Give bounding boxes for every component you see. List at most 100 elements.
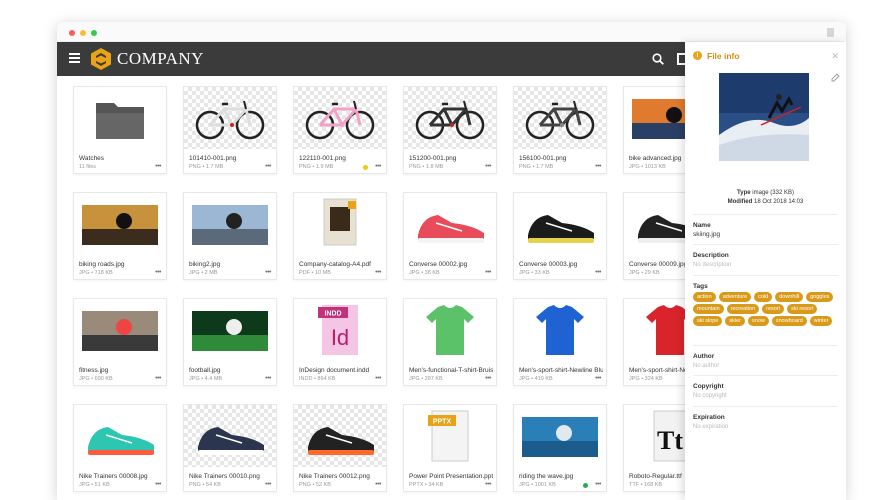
tag-chip[interactable]: adventure (718, 292, 752, 302)
file-name: riding the wave.jpg (519, 473, 574, 480)
file-info-panel: i File info ✕ Type image (332 KB) Modifi… (685, 42, 846, 500)
copyright-value[interactable]: No copyright (693, 393, 727, 399)
file-thumbnail (184, 405, 276, 467)
brand-name: COMPANY (117, 49, 204, 68)
file-card[interactable]: football.jpg JPG • 4.4 MB ••• (183, 298, 277, 386)
file-thumbnail (514, 193, 606, 255)
file-thumbnail: PPTX (404, 405, 496, 467)
more-options-icon[interactable]: ••• (595, 163, 601, 170)
more-options-icon[interactable]: ••• (375, 481, 381, 488)
file-card[interactable]: Men's-functional-T-shirt-Bruis JPG • 287… (403, 298, 497, 386)
tag-chip[interactable]: mountain (693, 304, 724, 314)
more-options-icon[interactable]: ••• (485, 269, 491, 276)
file-card[interactable]: Converse 00009.jpg JPG • 29 KB ••• (623, 192, 685, 280)
file-card[interactable]: fitness.jpg JPG • 690 KB ••• (73, 298, 167, 386)
file-card[interactable]: biking roads.jpg JPG • 718 KB ••• (73, 192, 167, 280)
tag-chip[interactable]: snowboard (771, 316, 807, 326)
file-card[interactable]: 122110-001.png PNG • 1.9 MB ••• (293, 86, 387, 174)
file-card[interactable]: Men's-sport-shirt-Newline Red JPG • 324 … (623, 298, 685, 386)
file-meta: INDD • 864 KB (299, 376, 336, 382)
minimize-window-button[interactable] (80, 30, 86, 36)
tag-chip[interactable]: goggles (806, 292, 834, 302)
copyright-label: Copyright (693, 383, 724, 390)
author-label: Author (693, 353, 715, 360)
more-options-icon[interactable]: ••• (485, 481, 491, 488)
expiration-label: Expiration (693, 414, 725, 421)
folder-card[interactable]: Watches 11 files ••• (73, 86, 167, 174)
more-options-icon[interactable]: ••• (265, 481, 271, 488)
file-card[interactable]: 151200-001.png PNG • 1.8 MB ••• (403, 86, 497, 174)
more-options-icon[interactable]: ••• (265, 375, 271, 382)
close-icon[interactable]: ✕ (831, 51, 839, 62)
tag-chip[interactable]: ski resort (787, 304, 818, 314)
file-card[interactable]: INDD Id InDesign document.indd INDD • 86… (293, 298, 387, 386)
tag-chip[interactable]: resort (762, 304, 785, 314)
file-meta: JPG • 324 KB (629, 376, 663, 382)
more-options-icon[interactable]: ••• (155, 163, 161, 170)
more-options-icon[interactable]: ••• (155, 481, 161, 488)
file-name: Converse 00003.jpg (519, 261, 578, 268)
file-card[interactable]: riding the wave.jpg JPG • 1001 KB ••• (513, 404, 607, 492)
tag-chip[interactable]: cold (754, 292, 773, 302)
file-name: biking roads.jpg (79, 261, 125, 268)
file-name: 151200-001.png (409, 155, 457, 162)
author-value[interactable]: No author (693, 363, 719, 369)
file-name: InDesign document.indd (299, 367, 370, 374)
file-thumbnail (624, 299, 685, 361)
divider (693, 375, 838, 376)
more-options-icon[interactable]: ••• (375, 375, 381, 382)
file-thumbnail: INDD Id (294, 299, 386, 361)
file-card[interactable]: Nike Trainers 00008.jpg JPG • 51 KB ••• (73, 404, 167, 492)
divider (693, 244, 838, 245)
file-card[interactable]: biking2.jpg JPG • 2 MB ••• (183, 192, 277, 280)
more-options-icon[interactable]: ••• (595, 375, 601, 382)
more-options-icon[interactable]: ••• (375, 163, 381, 170)
hamburger-menu-icon[interactable] (69, 53, 80, 63)
file-card[interactable]: Men's-sport-shirt-Newline Blue JPG • 419… (513, 298, 607, 386)
svg-text:INDD: INDD (324, 311, 341, 318)
tag-chip[interactable]: action (693, 292, 716, 302)
more-options-icon[interactable]: ••• (265, 269, 271, 276)
file-card[interactable]: 156100-001.png PNG • 1.7 MB ••• (513, 86, 607, 174)
file-meta: JPG • 419 KB (519, 376, 553, 382)
more-options-icon[interactable]: ••• (485, 163, 491, 170)
file-card[interactable]: bike advanced.jpg JPG • 1013 KB ••• (623, 86, 685, 174)
divider (693, 214, 838, 215)
file-card[interactable]: 101410-001.png PNG • 1.7 MB ••• (183, 86, 277, 174)
file-card[interactable]: Tt Roboto-Regular.ttf TTF • 168 KB ••• (623, 404, 685, 492)
edit-icon[interactable] (831, 73, 840, 82)
close-window-button[interactable] (69, 30, 75, 36)
file-meta: TTF • 168 KB (629, 482, 663, 488)
file-card[interactable]: Company-catalog-A4.pdf PDF • 10 MB ••• (293, 192, 387, 280)
description-value[interactable]: No description (693, 262, 731, 268)
tag-chip[interactable]: skier (725, 316, 746, 326)
more-options-icon[interactable]: ••• (265, 163, 271, 170)
file-modified-line: Modified 18 Oct 2018 14:03 (685, 199, 846, 205)
tag-chip[interactable]: ski slope (693, 316, 723, 326)
file-card[interactable]: PPTX Power Point Presentation.pptx PPTX … (403, 404, 497, 492)
file-card[interactable]: Nike Trainers 00010.png PNG • 54 KB ••• (183, 404, 277, 492)
tag-chip[interactable]: winter (809, 316, 833, 326)
more-options-icon[interactable]: ••• (155, 269, 161, 276)
more-options-icon[interactable]: ••• (485, 375, 491, 382)
more-options-icon[interactable]: ••• (595, 481, 601, 488)
more-options-icon[interactable]: ••• (595, 269, 601, 276)
more-options-icon[interactable]: ••• (375, 269, 381, 276)
file-card[interactable]: Converse 00002.jpg JPG • 38 KB ••• (403, 192, 497, 280)
file-thumbnail (184, 193, 276, 255)
file-meta: JPG • 690 KB (79, 376, 113, 382)
file-card[interactable]: Nike Trainers 00012.png PNG • 52 KB ••• (293, 404, 387, 492)
more-options-icon[interactable]: ••• (155, 375, 161, 382)
file-thumbnail (404, 193, 496, 255)
tag-chip[interactable]: snow (748, 316, 769, 326)
file-name: Men's-sport-shirt-Newline Blue (519, 367, 603, 374)
file-name: Converse 00002.jpg (409, 261, 468, 268)
expiration-value[interactable]: No expiration (693, 424, 728, 430)
tag-chip[interactable]: downhill (775, 292, 804, 302)
file-meta: JPG • 1001 KB (519, 482, 556, 488)
name-value[interactable]: skiing.jpg (693, 231, 720, 238)
maximize-window-button[interactable] (91, 30, 97, 36)
search-icon[interactable] (652, 53, 664, 65)
file-card[interactable]: Converse 00003.jpg JPG • 33 KB ••• (513, 192, 607, 280)
tag-chip[interactable]: recreation (726, 304, 760, 314)
